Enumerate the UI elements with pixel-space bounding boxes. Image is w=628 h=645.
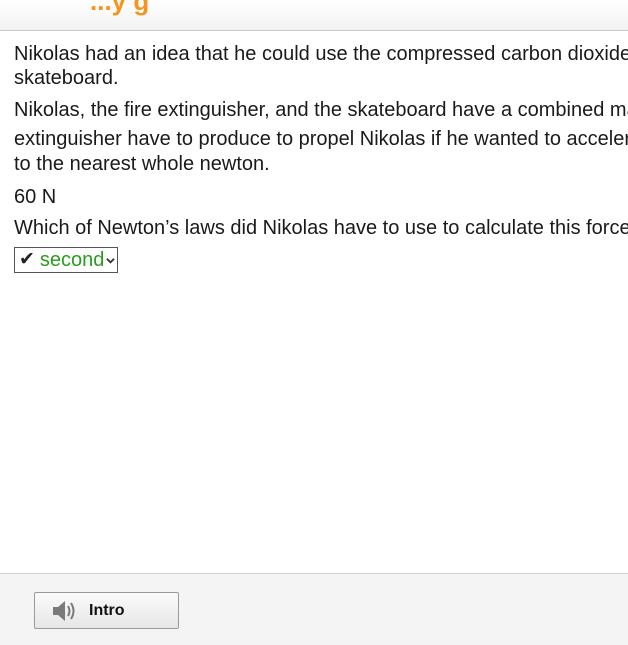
question-paragraph-1: Nikolas had an idea that he could use th… — [14, 42, 628, 90]
question-content: Nikolas had an idea that he could use th… — [14, 42, 628, 273]
question-paragraph-3: Which of Newton’s laws did Nikolas have … — [14, 217, 628, 239]
intro-button[interactable]: Intro — [34, 592, 179, 629]
header-title: ...y g — [90, 0, 150, 16]
top-header: ...y g — [0, 0, 628, 31]
newton-law-dropdown[interactable]: ✔ second — [14, 247, 119, 273]
paragraph-2-line-2: extinguisher have to produce to propel N… — [14, 128, 628, 150]
intro-button-label: Intro — [89, 601, 125, 619]
checkmark-icon: ✔ — [19, 249, 35, 270]
paragraph-1-line-1: Nikolas had an idea that he could use th… — [14, 43, 628, 65]
paragraph-1-line-2: skateboard. — [14, 67, 119, 89]
answer-1-text: 60 N — [14, 186, 57, 208]
chevron-down-icon — [106, 257, 116, 264]
footer-bar: Intro — [0, 573, 628, 645]
dropdown-selected-value: second — [39, 249, 105, 271]
question-paragraph-2: Nikolas, the fire extinguisher, and the … — [14, 97, 628, 178]
speaker-icon — [53, 600, 75, 621]
paragraph-2-line-1: Nikolas, the fire extinguisher, and the … — [14, 99, 628, 121]
paragraph-2-line-3: to the nearest whole newton. — [14, 153, 270, 175]
